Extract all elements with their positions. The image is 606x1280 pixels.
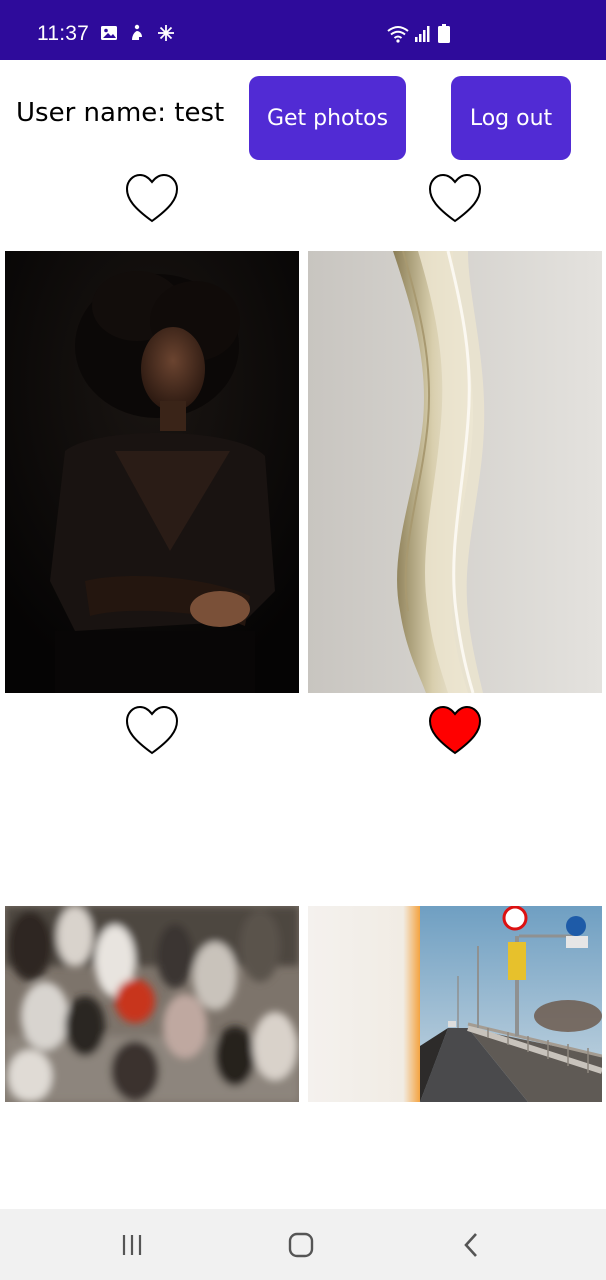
navigation-bar: [0, 1209, 606, 1280]
photo-abstract-waves[interactable]: [308, 251, 602, 693]
battery-icon: [438, 24, 450, 48]
photo-portrait[interactable]: [5, 251, 299, 693]
image-icon: [100, 24, 118, 42]
photo-bridge-road[interactable]: [308, 906, 602, 1102]
back-icon[interactable]: [451, 1227, 491, 1263]
signal-icon: [414, 24, 432, 48]
logout-button[interactable]: Log out: [451, 76, 571, 160]
accessibility-icon: [128, 24, 146, 42]
home-icon[interactable]: [281, 1227, 321, 1263]
recents-icon[interactable]: [112, 1227, 152, 1263]
like-heart-icon[interactable]: [124, 704, 180, 756]
spark-icon: [157, 24, 175, 42]
photo-blurred-crowd[interactable]: [5, 906, 299, 1102]
status-bar: 11:37: [0, 0, 606, 60]
get-photos-button[interactable]: Get photos: [249, 76, 406, 160]
status-time: 11:37: [37, 22, 89, 45]
username-label: User name: test: [16, 98, 225, 128]
liked-heart-icon[interactable]: [427, 704, 483, 756]
like-heart-icon[interactable]: [427, 172, 483, 224]
wifi-icon: [386, 24, 410, 48]
like-heart-icon[interactable]: [124, 172, 180, 224]
